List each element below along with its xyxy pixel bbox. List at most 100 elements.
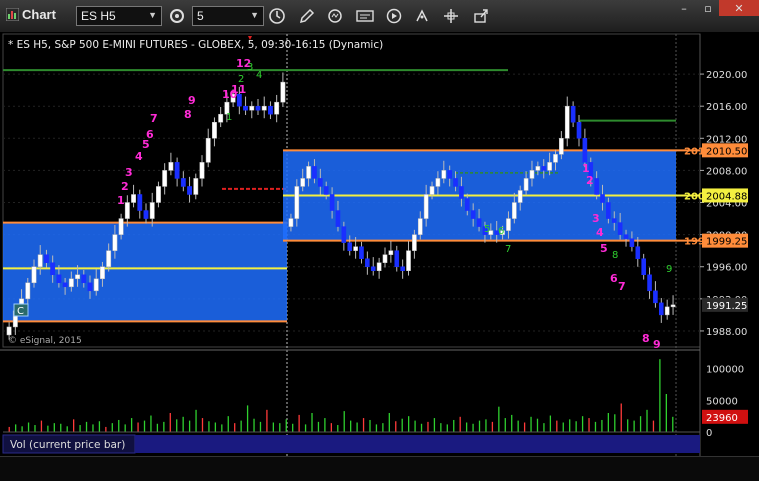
prev-candle-body (62, 282, 68, 288)
volume-axis-label: 0 (706, 428, 712, 439)
symbol-value: ES H5 (81, 9, 116, 23)
prev-candle-body (106, 250, 112, 267)
today-candle-body (623, 234, 629, 239)
today-candle-body (529, 170, 535, 179)
chevron-down-icon[interactable]: ▼ (250, 10, 259, 20)
today-candle-body (353, 246, 358, 251)
prev-candle-body (143, 210, 149, 219)
settings-icon[interactable] (166, 6, 188, 26)
close-button[interactable]: ✕ (719, 0, 759, 16)
today-candle-body (564, 105, 570, 139)
today-candle-body (423, 194, 429, 219)
scribble-icon[interactable] (324, 6, 346, 26)
y-tick-label: 2008.00 (706, 166, 747, 177)
today-candle-body (570, 105, 576, 123)
bottom-bar (0, 456, 759, 481)
today-candle-body (594, 178, 599, 195)
prev-candle-body (37, 254, 43, 267)
draw-tool-icon[interactable] (411, 6, 433, 26)
y-tick-label: 1996.00 (706, 263, 747, 274)
green-count-label: 3 (247, 62, 253, 73)
price-chart[interactable]: 1988.001992.001996.002000.002004.002008.… (0, 32, 759, 480)
today-candle-body (376, 262, 382, 271)
interval-value: 5 (197, 9, 204, 23)
today-candle-body (582, 138, 588, 163)
prev-candle-body (274, 101, 280, 115)
window-title: Chart (22, 7, 56, 22)
prev-candle-body (187, 186, 192, 195)
prev-candle-body (149, 202, 155, 219)
count-label: 3 (125, 166, 133, 179)
today-candle-body (559, 138, 564, 155)
today-candle-body (288, 218, 294, 227)
prev-candle-body (255, 105, 261, 111)
prev-candle-body (81, 274, 87, 284)
green-count-label: 9 (666, 264, 672, 275)
lower-level-label: 199 (684, 237, 705, 248)
today-candle-body (447, 170, 452, 179)
today-candle-body (535, 166, 541, 171)
symbol-input[interactable]: ES H5 ▼ (76, 6, 162, 26)
upper-level-label: 201 (684, 146, 705, 157)
prev-candle-body (168, 162, 174, 171)
prev-candle-body (87, 282, 93, 292)
count-label: 7 (618, 280, 626, 293)
play-icon[interactable] (383, 6, 405, 26)
prev-candle-body (44, 254, 49, 263)
crosshair-icon[interactable] (440, 6, 462, 26)
y-tick-label: 2020.00 (706, 70, 747, 81)
prev-candle-body (118, 218, 124, 235)
prev-candle-body (56, 274, 62, 284)
today-candle-body (459, 186, 464, 199)
pencil-icon[interactable] (296, 6, 318, 26)
prev-candle-body (249, 105, 255, 111)
count-label: 8 (184, 108, 192, 121)
today-candle-body (553, 154, 558, 163)
green-count-label: 4 (256, 70, 262, 81)
prev-candle-body (261, 105, 267, 111)
count-label: 6 (146, 128, 154, 141)
green-count-label: 1 (226, 112, 232, 123)
today-candle-body (400, 266, 405, 271)
quote-icon[interactable] (354, 6, 376, 26)
clock-icon[interactable] (266, 6, 288, 26)
today-candle-body (365, 258, 370, 267)
today-candle-body (653, 290, 658, 304)
prev-candle-body (25, 282, 31, 300)
prev-candle-body (156, 186, 161, 203)
count-label: 8 (642, 332, 650, 345)
prev-candle-body (218, 113, 224, 123)
export-icon[interactable] (470, 6, 492, 26)
prev-candle-body (193, 178, 199, 195)
count-label: 4 (596, 226, 604, 239)
today-candle-body (523, 178, 529, 191)
green-count-label: 6 (498, 226, 504, 237)
today-candle-body (658, 302, 664, 316)
maximize-button[interactable]: ▫ (696, 0, 720, 16)
prev-candle-body (162, 170, 168, 187)
today-candle-body (506, 218, 511, 231)
today-candle-body (635, 246, 641, 259)
today-candle-body (512, 202, 517, 219)
today-candle-body (359, 246, 364, 259)
today-candle-body (453, 178, 458, 187)
copyright-text: © eSignal, 2015 (8, 336, 82, 346)
count-label: 6 (610, 272, 618, 285)
mid-level-label: 200 (684, 191, 705, 202)
volume-label-strip (135, 435, 700, 453)
today-candle-body (617, 222, 623, 235)
count-label: 9 (188, 94, 196, 107)
today-candle-body (341, 226, 347, 243)
today-candle-body (664, 306, 670, 316)
prev-candle-body (180, 178, 186, 187)
green-count-label: 5 (484, 224, 490, 235)
interval-input[interactable]: 5 ▼ (192, 6, 264, 26)
volume-axis-label: 100000 (706, 365, 744, 376)
minimize-button[interactable]: – (672, 0, 696, 16)
today-candle-body (647, 274, 652, 292)
chevron-down-icon[interactable]: ▼ (148, 10, 157, 20)
chart-titlebar: Chart ES H5 ▼ 5 ▼ – ▫ ✕ (0, 0, 759, 33)
prev-candle-body (112, 234, 118, 251)
today-candle-body (329, 194, 335, 211)
volume-last-value: 23960 (706, 413, 738, 424)
